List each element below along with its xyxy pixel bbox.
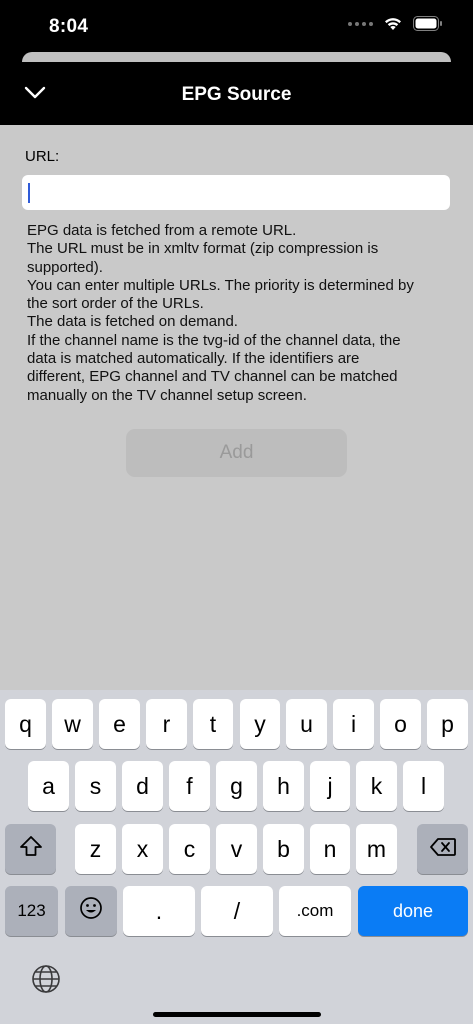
url-input[interactable] — [22, 175, 450, 210]
help-text: EPG data is fetched from a remote URL. T… — [27, 222, 447, 405]
keyboard: q w e r t y u i o p a s d f g h j k l z … — [0, 690, 473, 1024]
key-z[interactable]: z — [75, 824, 116, 874]
url-field[interactable] — [22, 175, 450, 210]
url-label: URL: — [25, 148, 60, 165]
key-c[interactable]: c — [169, 824, 210, 874]
key-l[interactable]: l — [403, 761, 444, 811]
key-m[interactable]: m — [356, 824, 397, 874]
key-q[interactable]: q — [5, 699, 46, 749]
emoji-key[interactable] — [65, 886, 117, 936]
cellular-icon — [348, 21, 373, 26]
key-n[interactable]: n — [310, 824, 350, 874]
help-line: The URL must be in xmltv format (zip com… — [27, 240, 379, 258]
backspace-icon — [429, 836, 457, 863]
add-button[interactable]: Add — [126, 429, 347, 477]
help-line: manually on the TV channel setup screen. — [27, 386, 307, 404]
key-s[interactable]: s — [75, 761, 116, 811]
nav-bar: EPG Source — [0, 62, 473, 125]
key-a[interactable]: a — [28, 761, 69, 811]
key-h[interactable]: h — [263, 761, 304, 811]
key-j[interactable]: j — [310, 761, 350, 811]
key-w[interactable]: w — [52, 699, 93, 749]
key-v[interactable]: v — [216, 824, 257, 874]
key-r[interactable]: r — [146, 699, 187, 749]
status-time: 8:04 — [49, 16, 89, 37]
period-key[interactable]: . — [123, 886, 195, 936]
key-x[interactable]: x — [122, 824, 163, 874]
help-line: You can enter multiple URLs. The priorit… — [27, 276, 414, 294]
home-indicator — [153, 1012, 321, 1017]
key-d[interactable]: d — [122, 761, 163, 811]
page-title: EPG Source — [181, 84, 292, 105]
key-p[interactable]: p — [427, 699, 468, 749]
status-bar: 8:04 — [0, 0, 473, 52]
battery-icon — [413, 16, 443, 31]
status-icons — [348, 16, 443, 31]
key-y[interactable]: y — [240, 699, 280, 749]
help-line: The data is fetched on demand. — [27, 313, 238, 331]
backspace-key[interactable] — [417, 824, 468, 874]
key-b[interactable]: b — [263, 824, 304, 874]
key-f[interactable]: f — [169, 761, 210, 811]
numbers-key[interactable]: 123 — [5, 886, 58, 936]
epg-form: URL: EPG data is fetched from a remote U… — [0, 125, 473, 690]
shift-key[interactable] — [5, 824, 56, 874]
help-line: data is matched automatically. If the id… — [27, 350, 360, 368]
text-caret — [28, 183, 30, 203]
key-u[interactable]: u — [286, 699, 327, 749]
done-key[interactable]: done — [358, 886, 468, 936]
wifi-icon — [383, 16, 403, 31]
key-e[interactable]: e — [99, 699, 140, 749]
help-line: EPG data is fetched from a remote URL. — [27, 222, 297, 239]
help-line: If the channel name is the tvg-id of the… — [27, 331, 401, 349]
dotcom-key[interactable]: .com — [279, 886, 351, 936]
help-line: the sort order of the URLs. — [27, 295, 204, 313]
help-line: supported). — [27, 258, 103, 276]
globe-icon[interactable] — [31, 964, 61, 999]
slash-key[interactable]: / — [201, 886, 273, 936]
key-t[interactable]: t — [193, 699, 233, 749]
shift-icon — [19, 835, 43, 863]
key-o[interactable]: o — [380, 699, 421, 749]
key-i[interactable]: i — [333, 699, 374, 749]
emoji-icon — [79, 896, 103, 926]
key-g[interactable]: g — [216, 761, 257, 811]
help-line: different, EPG channel and TV channel ca… — [27, 368, 398, 386]
key-k[interactable]: k — [356, 761, 397, 811]
